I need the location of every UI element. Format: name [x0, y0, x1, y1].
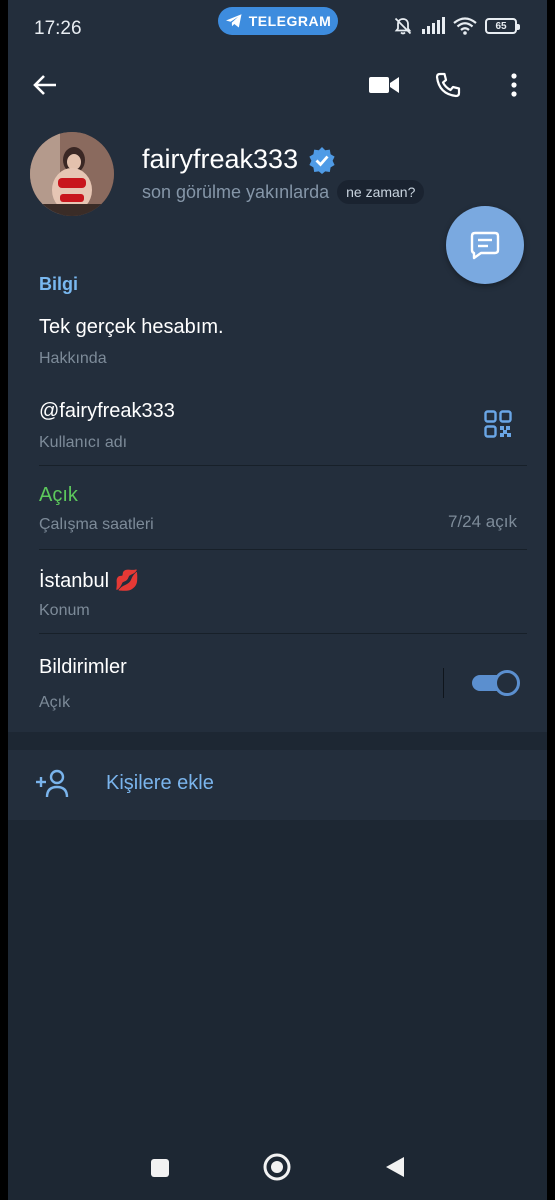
bio-label: Hakkında	[39, 350, 107, 367]
last-seen-row: son görülme yakınlarda ne zaman?	[142, 180, 425, 204]
message-icon	[470, 231, 500, 260]
business-hours-row[interactable]: Açık Çalışma saatleri 7/24 açık	[8, 466, 547, 550]
info-section: Bilgi Tek gerçek hesabım. Hakkında @fair…	[8, 246, 547, 732]
username-row[interactable]: @fairyfreak333 Kullanıcı adı	[8, 382, 547, 466]
toggle-knob	[494, 670, 520, 696]
home-circle-icon	[263, 1153, 291, 1181]
notifications-row[interactable]: Bildirimler Açık	[8, 634, 547, 732]
back-button[interactable]	[25, 65, 65, 105]
notifications-title: Bildirimler	[39, 656, 127, 678]
telegram-plane-icon	[225, 14, 242, 28]
verified-badge-icon	[309, 146, 335, 174]
mute-bell-icon	[394, 17, 412, 35]
signal-icon	[422, 17, 445, 34]
business-hours-status: Açık	[39, 484, 78, 506]
profile-avatar[interactable]	[30, 132, 114, 216]
username-text: @fairyfreak333	[39, 400, 175, 422]
more-vert-icon	[511, 73, 517, 97]
back-arrow-icon	[33, 75, 56, 95]
status-time: 17:26	[34, 18, 82, 39]
recents-button[interactable]	[148, 1156, 172, 1180]
qr-code-button[interactable]	[484, 410, 512, 443]
telegram-pill-label: TELEGRAM	[248, 13, 332, 29]
last-seen-when-button[interactable]: ne zaman?	[337, 180, 425, 204]
telegram-profile-screen: 17:26 TELEGRAM 65 fairyfreak333 son görü…	[8, 0, 547, 1200]
business-hours-label: Çalışma saatleri	[39, 516, 154, 533]
username-label: Kullanıcı adı	[39, 434, 128, 451]
back-nav-button[interactable]	[382, 1154, 408, 1180]
battery-level: 65	[495, 20, 507, 32]
telegram-return-pill[interactable]: TELEGRAM	[218, 7, 338, 35]
info-section-title: Bilgi	[39, 274, 78, 294]
phone-call-button[interactable]	[428, 65, 468, 105]
avatar-photo	[30, 132, 114, 216]
add-person-icon	[36, 769, 69, 798]
video-call-icon	[369, 77, 399, 93]
location-label: Konum	[39, 602, 90, 619]
wifi-icon	[453, 17, 477, 35]
profile-name: fairyfreak333	[142, 144, 299, 174]
add-to-contacts-button[interactable]: Kişilere ekle	[8, 750, 547, 820]
battery-icon: 65	[485, 18, 520, 34]
last-seen-status: son görülme yakınlarda	[142, 181, 330, 202]
status-icons: 65	[393, 16, 520, 36]
notifications-toggle[interactable]	[472, 670, 520, 696]
system-nav-bar	[8, 1130, 547, 1200]
toggle-separator	[443, 668, 444, 698]
bio-row[interactable]: Tek gerçek hesabım. Hakkında	[8, 306, 547, 382]
more-options-button[interactable]	[494, 65, 534, 105]
location-text: İstanbul 💋	[39, 570, 140, 592]
notifications-state: Açık	[39, 694, 71, 711]
location-row[interactable]: İstanbul 💋 Konum	[8, 550, 547, 634]
home-button[interactable]	[262, 1152, 292, 1182]
video-call-button[interactable]	[364, 65, 404, 105]
send-message-fab[interactable]	[446, 206, 524, 284]
bio-text: Tek gerçek hesabım.	[39, 316, 224, 338]
recents-square-icon	[151, 1159, 169, 1177]
add-to-contacts-label: Kişilere ekle	[106, 772, 214, 794]
phone-icon	[435, 72, 461, 98]
back-triangle-icon	[386, 1157, 404, 1177]
status-bar: 17:26 TELEGRAM 65	[8, 0, 547, 58]
qr-code-icon	[484, 410, 512, 438]
business-hours-detail: 7/24 açık	[448, 512, 517, 531]
profile-name-row: fairyfreak333	[142, 144, 336, 175]
